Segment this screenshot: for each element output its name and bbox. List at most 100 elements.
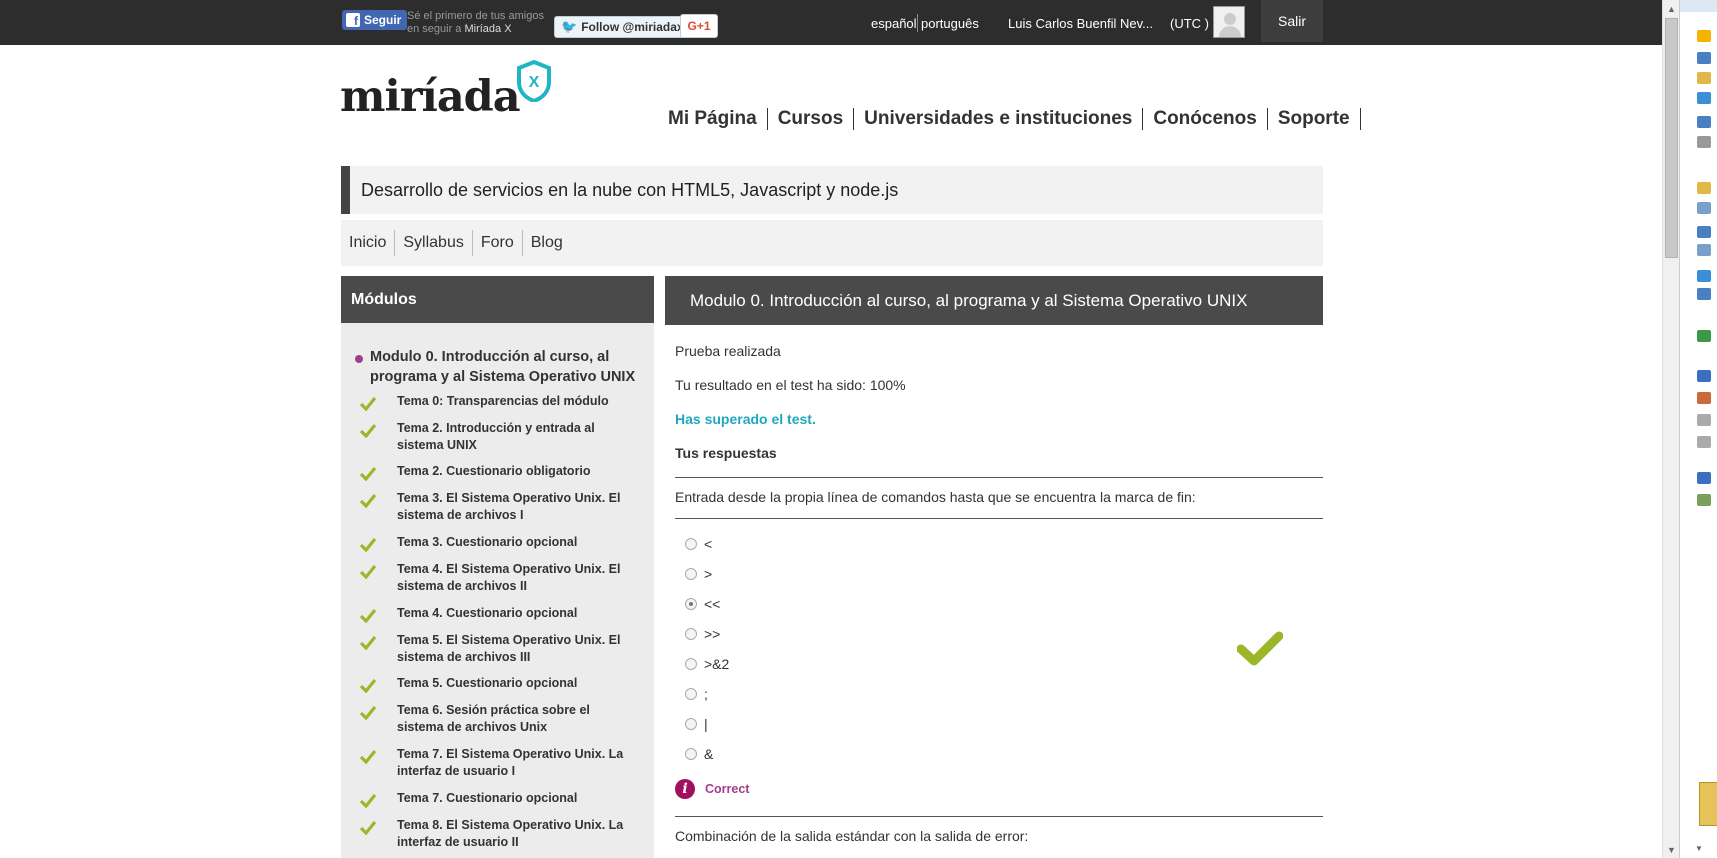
sidebar-topic[interactable]: Tema 3. Cuestionario opcional: [360, 534, 650, 552]
facebook-follow-button[interactable]: f Seguir: [342, 10, 408, 30]
bookmark-icon[interactable]: [1697, 226, 1711, 238]
star-icon[interactable]: [1697, 30, 1711, 42]
radio-button[interactable]: [685, 568, 697, 580]
answer-feedback: i Correct: [675, 779, 749, 799]
nav-conocenos[interactable]: Conócenos: [1143, 108, 1268, 130]
answer-option[interactable]: >&2: [685, 656, 729, 672]
sidebar-topic[interactable]: Tema 4. Cuestionario opcional: [360, 605, 650, 623]
subnav-inicio[interactable]: Inicio: [349, 230, 396, 256]
question-text: Entrada desde la propia línea de comando…: [675, 489, 1196, 505]
radio-button[interactable]: [685, 718, 697, 730]
divider: [675, 477, 1323, 478]
bookmark-icon[interactable]: [1697, 288, 1711, 300]
checkmark-icon: [360, 820, 376, 835]
scroll-up-arrow-icon[interactable]: ▲: [1663, 0, 1680, 17]
checkmark-icon: [360, 423, 376, 438]
course-subnav: Inicio Syllabus Foro Blog: [341, 220, 1323, 266]
sidebar-topic[interactable]: Tema 3. El Sistema Operativo Unix. El si…: [360, 490, 650, 524]
sidebar-topic[interactable]: Tema 0: Transparencias del módulo: [360, 393, 650, 411]
language-portuguese-link[interactable]: português: [921, 16, 979, 31]
module-title-link[interactable]: Modulo 0. Introducción al curso, al prog…: [370, 347, 645, 387]
avatar[interactable]: [1213, 6, 1245, 38]
bookmark-icon[interactable]: [1697, 436, 1711, 448]
answer-option[interactable]: &: [685, 746, 713, 762]
sidebar-topic[interactable]: Tema 7. El Sistema Operativo Unix. La in…: [360, 746, 650, 780]
nav-cursos[interactable]: Cursos: [768, 108, 855, 130]
checkmark-icon: [360, 635, 376, 650]
answer-option[interactable]: >: [685, 566, 712, 582]
quiz-result: Tu resultado en el test ha sido: 100%: [675, 377, 906, 393]
folder-icon[interactable]: [1697, 72, 1711, 84]
checkmark-icon: [360, 705, 376, 720]
bookmark-icon[interactable]: [1697, 414, 1711, 426]
bookmark-icon[interactable]: [1697, 392, 1711, 404]
sidebar-topic[interactable]: Tema 2. Cuestionario obligatorio: [360, 463, 650, 481]
feedback-text: Correct: [705, 782, 750, 796]
facebook-brand-link[interactable]: Miríada X: [464, 23, 511, 35]
sidebar-topic[interactable]: Tema 4. El Sistema Operativo Unix. El si…: [360, 561, 650, 595]
gplus-button[interactable]: G+1: [680, 14, 718, 38]
nav-mi-pagina[interactable]: Mi Página: [662, 108, 768, 130]
checkmark-icon: [360, 564, 376, 579]
site-logo[interactable]: miríada: [340, 72, 521, 122]
user-name-link[interactable]: Luis Carlos Buenfil Nev...: [1008, 16, 1153, 31]
answer-option-label: <: [704, 536, 713, 552]
language-separator: [917, 14, 918, 32]
sidebar-topic-label: Tema 5. El Sistema Operativo Unix. El si…: [397, 633, 621, 664]
sidebar-topic[interactable]: Tema 5. Cuestionario opcional: [360, 675, 650, 693]
bookmark-icon[interactable]: [1697, 494, 1711, 506]
bookmark-icon[interactable]: [1697, 136, 1711, 148]
radio-button[interactable]: [685, 748, 697, 760]
facebook-icon: f: [346, 13, 360, 27]
module-bullet-icon: [355, 355, 363, 363]
sidebar-topic[interactable]: Tema 7. Cuestionario opcional: [360, 790, 650, 808]
bookmark-icon[interactable]: [1697, 52, 1711, 64]
language-spanish-link[interactable]: español: [871, 16, 917, 31]
answer-option-label: >&2: [704, 656, 730, 672]
scroll-thumb[interactable]: [1665, 18, 1678, 258]
answer-option[interactable]: |: [685, 716, 708, 732]
scroll-down-arrow-icon[interactable]: ▼: [1680, 844, 1717, 858]
subnav-syllabus[interactable]: Syllabus: [395, 230, 473, 256]
bookmark-icon[interactable]: [1697, 330, 1711, 342]
answer-option[interactable]: <: [685, 536, 712, 552]
folder-icon[interactable]: [1699, 782, 1717, 826]
bookmark-icon[interactable]: [1697, 472, 1711, 484]
sidebar-topic-label: Tema 7. Cuestionario opcional: [397, 791, 578, 805]
subnav-blog[interactable]: Blog: [523, 230, 571, 256]
bookmark-icon[interactable]: [1697, 92, 1711, 104]
scroll-down-arrow-icon[interactable]: ▼: [1663, 841, 1680, 858]
bookmark-icon[interactable]: [1697, 116, 1711, 128]
sidebar-topic[interactable]: Tema 6. Sesión práctica sobre el sistema…: [360, 702, 650, 736]
answer-option[interactable]: ;: [685, 686, 708, 702]
radio-button[interactable]: [685, 538, 697, 550]
answer-option-selected[interactable]: <<: [685, 596, 720, 612]
logout-button[interactable]: Salir: [1261, 0, 1323, 42]
sidebar-topic[interactable]: Tema 5. El Sistema Operativo Unix. El si…: [360, 632, 650, 666]
facebook-follow-label: Seguir: [364, 13, 402, 27]
facebook-social-text: Sé el primero de tus amigos en seguir a …: [407, 10, 544, 36]
nav-soporte[interactable]: Soporte: [1268, 108, 1361, 130]
divider: [675, 518, 1323, 519]
radio-button[interactable]: [685, 658, 697, 670]
nav-universidades[interactable]: Universidades e instituciones: [854, 108, 1144, 130]
sidebar-topic[interactable]: Tema 2. Introducción y entrada al sistem…: [360, 420, 650, 454]
folder-icon[interactable]: [1697, 182, 1711, 194]
checkmark-icon: [360, 396, 376, 411]
radio-button-checked[interactable]: [685, 598, 697, 610]
page-scrollbar[interactable]: ▲ ▼: [1662, 0, 1679, 858]
sidebar-topic-label: Tema 2. Cuestionario obligatorio: [397, 464, 591, 478]
radio-button[interactable]: [685, 628, 697, 640]
bookmark-icon[interactable]: [1697, 370, 1711, 382]
bookmark-icon[interactable]: [1697, 270, 1711, 282]
logo-badge-text: X: [529, 74, 540, 91]
subnav-foro[interactable]: Foro: [473, 230, 523, 256]
sidebar-topic[interactable]: Tema 8. El Sistema Operativo Unix. La in…: [360, 817, 650, 851]
bookmark-icon[interactable]: [1697, 244, 1711, 256]
radio-button[interactable]: [685, 688, 697, 700]
twitter-follow-button[interactable]: 🐦 Follow @miriadax: [554, 16, 691, 38]
bookmark-icon[interactable]: [1697, 202, 1711, 214]
facebook-text-prefix: en seguir a: [407, 23, 465, 35]
answer-option[interactable]: >>: [685, 626, 720, 642]
answer-option-label: ;: [704, 686, 708, 702]
